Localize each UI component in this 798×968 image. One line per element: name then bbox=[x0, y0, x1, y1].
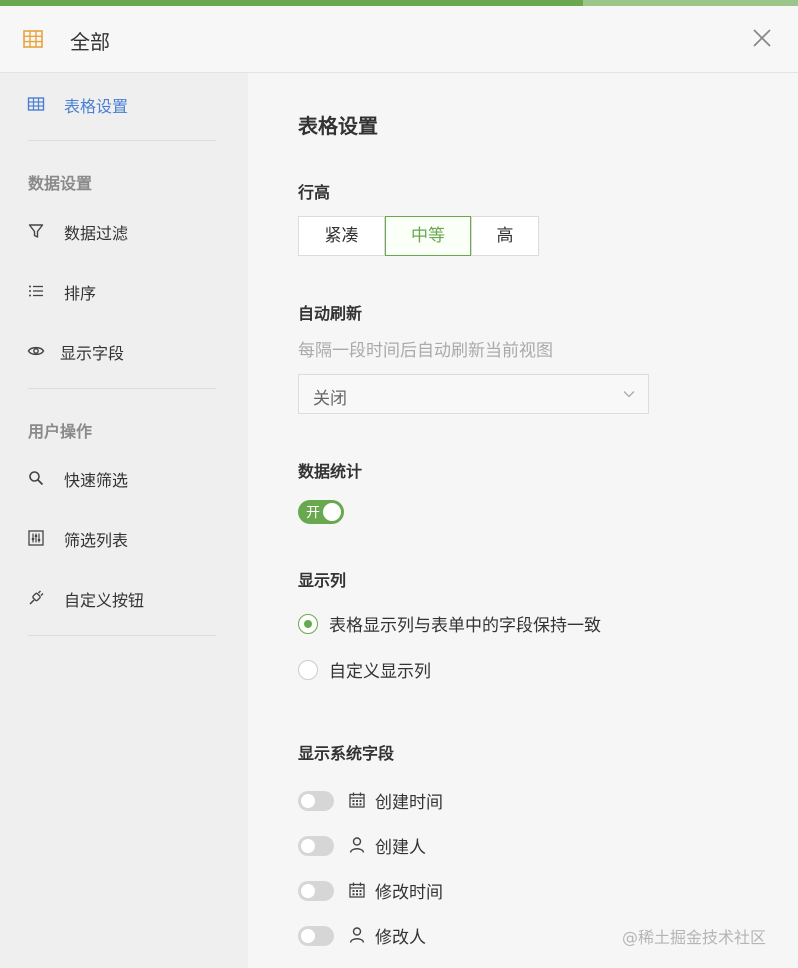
radio-dot bbox=[298, 660, 318, 680]
radio-label: 表格显示列与表单中的字段保持一致 bbox=[329, 616, 601, 636]
toggle-knob bbox=[323, 503, 341, 521]
sidebar-item-label: 快速筛选 bbox=[64, 471, 129, 490]
sidebar-item-show-fields[interactable]: 显示字段 bbox=[0, 331, 248, 371]
filter-icon bbox=[28, 224, 44, 238]
eye-icon bbox=[27, 346, 45, 356]
auto-refresh-description: 每隔一段时间后自动刷新当前视图 bbox=[298, 341, 553, 361]
sidebar-group-user: 用户操作 bbox=[28, 422, 93, 441]
calendar-icon bbox=[349, 792, 365, 808]
header-title: 全部 bbox=[70, 30, 110, 54]
chevron-down-icon bbox=[623, 391, 635, 398]
data-stats-label: 数据统计 bbox=[298, 462, 363, 481]
data-stats-toggle[interactable]: 开 bbox=[298, 500, 344, 524]
row-height-segmented: 紧凑 中等 高 bbox=[298, 216, 539, 256]
calendar-icon bbox=[349, 882, 365, 898]
system-field-label: 创建时间 bbox=[375, 793, 443, 813]
system-field-label: 修改人 bbox=[375, 928, 426, 948]
system-field-toggle[interactable] bbox=[298, 926, 334, 946]
sidebar-item-sort[interactable]: 排序 bbox=[0, 271, 248, 311]
row-height-option-high[interactable]: 高 bbox=[471, 217, 538, 255]
plug-icon bbox=[29, 590, 44, 605]
divider bbox=[28, 388, 216, 389]
sidebar-item-table-settings[interactable]: 表格设置 bbox=[0, 84, 248, 124]
system-field-toggle[interactable] bbox=[298, 836, 334, 856]
system-field-row: 修改人 bbox=[298, 923, 518, 949]
close-icon[interactable] bbox=[748, 24, 776, 52]
sliders-icon bbox=[28, 530, 44, 546]
settings-sidebar: 表格设置 数据设置 数据过滤 排序 显示字段 用户操作 快速筛选 筛选列表 自定… bbox=[0, 73, 248, 968]
auto-refresh-select[interactable]: 关闭 bbox=[298, 374, 649, 414]
sidebar-item-filter-list[interactable]: 筛选列表 bbox=[0, 518, 248, 558]
user-icon bbox=[349, 837, 365, 853]
divider bbox=[28, 635, 216, 636]
system-field-row: 创建时间 bbox=[298, 788, 518, 814]
settings-main: 表格设置 行高 紧凑 中等 高 自动刷新 每隔一段时间后自动刷新当前视图 关闭 … bbox=[248, 73, 798, 968]
table-icon bbox=[27, 97, 45, 111]
system-field-row: 修改时间 bbox=[298, 878, 518, 904]
radio-dot-checked bbox=[298, 614, 318, 634]
auto-refresh-value: 关闭 bbox=[313, 389, 347, 409]
panel-header: 全部 bbox=[0, 6, 798, 73]
sidebar-item-label: 筛选列表 bbox=[64, 531, 129, 550]
system-field-row: 创建人 bbox=[298, 833, 518, 859]
system-field-toggle[interactable] bbox=[298, 881, 334, 901]
show-columns-option-sync[interactable]: 表格显示列与表单中的字段保持一致 bbox=[298, 611, 658, 637]
sidebar-item-data-filter[interactable]: 数据过滤 bbox=[0, 211, 248, 251]
system-field-label: 创建人 bbox=[375, 838, 426, 858]
page-title: 表格设置 bbox=[298, 114, 378, 138]
sidebar-item-label: 显示字段 bbox=[60, 344, 125, 363]
sidebar-item-label: 表格设置 bbox=[64, 97, 129, 116]
row-height-option-medium[interactable]: 中等 bbox=[385, 216, 471, 256]
show-columns-label: 显示列 bbox=[298, 571, 347, 590]
row-height-option-compact[interactable]: 紧凑 bbox=[299, 217, 385, 255]
table-icon bbox=[23, 30, 43, 48]
sidebar-item-label: 数据过滤 bbox=[64, 224, 129, 243]
system-field-label: 修改时间 bbox=[375, 883, 443, 903]
system-field-toggle[interactable] bbox=[298, 791, 334, 811]
list-icon bbox=[29, 285, 43, 297]
sidebar-group-data: 数据设置 bbox=[28, 174, 93, 193]
system-fields-label: 显示系统字段 bbox=[298, 744, 395, 763]
radio-label: 自定义显示列 bbox=[329, 662, 431, 682]
divider bbox=[28, 140, 216, 141]
watermark: @稀土掘金技术社区 bbox=[622, 928, 767, 947]
toggle-text: 开 bbox=[306, 505, 320, 521]
search-icon bbox=[29, 471, 44, 486]
sidebar-item-quick-filter[interactable]: 快速筛选 bbox=[0, 458, 248, 498]
row-height-label: 行高 bbox=[298, 183, 331, 202]
auto-refresh-label: 自动刷新 bbox=[298, 304, 363, 323]
user-icon bbox=[349, 927, 365, 943]
show-columns-option-custom[interactable]: 自定义显示列 bbox=[298, 657, 658, 683]
sidebar-item-custom-button[interactable]: 自定义按钮 bbox=[0, 578, 248, 618]
sidebar-item-label: 排序 bbox=[64, 284, 97, 303]
sidebar-item-label: 自定义按钮 bbox=[64, 591, 145, 610]
